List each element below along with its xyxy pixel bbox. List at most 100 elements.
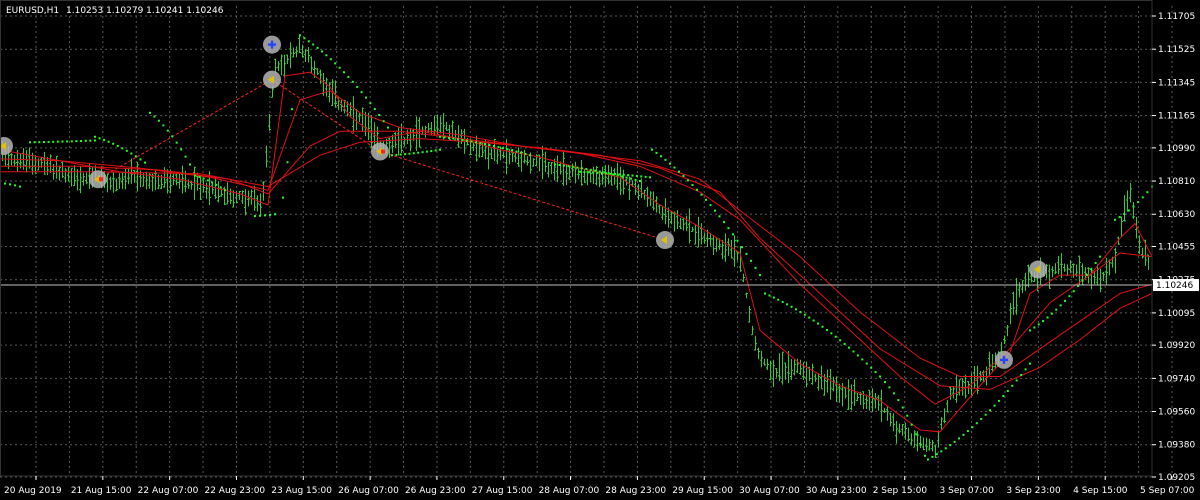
psar-dot bbox=[640, 175, 643, 178]
psar-dot bbox=[786, 303, 789, 306]
psar-dot bbox=[696, 188, 698, 191]
time-tick-label: 29 Aug 15:00 bbox=[672, 486, 733, 496]
psar-dot bbox=[609, 172, 612, 175]
psar-dot bbox=[19, 185, 21, 188]
psar-dot bbox=[558, 163, 561, 166]
psar-dot bbox=[347, 75, 350, 78]
psar-dot bbox=[993, 404, 996, 407]
psar-dot bbox=[1046, 316, 1049, 319]
psar-dot bbox=[616, 174, 619, 177]
psar-dot bbox=[585, 168, 588, 171]
price-tick-label: 1.09205 bbox=[1158, 473, 1195, 483]
signal-marker bbox=[1029, 260, 1047, 279]
psar-dot bbox=[1011, 384, 1014, 387]
psar-dot bbox=[417, 151, 420, 154]
psar-dot bbox=[103, 138, 106, 141]
psar-dot bbox=[1024, 368, 1027, 371]
price-tick-label: 1.10810 bbox=[1158, 177, 1195, 187]
psar-dot bbox=[852, 350, 855, 353]
psar-dot bbox=[466, 139, 468, 142]
psar-dot bbox=[1033, 326, 1036, 329]
psar-dot bbox=[29, 141, 31, 144]
psar-dot bbox=[121, 147, 124, 150]
psar-dot bbox=[1002, 395, 1005, 398]
psar-dot bbox=[1015, 379, 1018, 382]
psar-dot bbox=[215, 183, 218, 186]
psar-dot bbox=[975, 422, 978, 425]
psar-dot bbox=[808, 316, 811, 319]
price-tick-label: 1.09380 bbox=[1158, 441, 1195, 451]
psar-dot bbox=[997, 399, 1000, 402]
psar-dot bbox=[144, 161, 146, 164]
close-icon bbox=[99, 177, 103, 182]
psar-dot bbox=[644, 175, 647, 178]
psar-dot bbox=[594, 169, 597, 172]
psar-dot bbox=[980, 418, 983, 421]
psar-dot bbox=[479, 142, 482, 145]
psar-dot bbox=[589, 168, 592, 171]
psar-dot bbox=[291, 108, 293, 111]
psar-dot bbox=[669, 162, 671, 165]
psar-dot bbox=[112, 142, 115, 145]
psar-dot bbox=[171, 135, 174, 138]
psar-dot bbox=[1072, 290, 1075, 293]
psar-dot bbox=[157, 119, 160, 122]
psar-dot bbox=[919, 443, 922, 446]
price-tick-label: 1.11345 bbox=[1158, 78, 1195, 88]
psar-dot bbox=[848, 346, 851, 349]
psar-dot bbox=[202, 177, 205, 180]
psar-dot bbox=[870, 366, 873, 369]
psar-dot bbox=[395, 153, 398, 156]
price-tick-label: 1.09560 bbox=[1158, 408, 1195, 418]
psar-dot bbox=[1029, 362, 1031, 365]
time-tick-label: 28 Aug 23:00 bbox=[605, 486, 666, 496]
psar-dot bbox=[583, 171, 586, 174]
signal-marker bbox=[995, 350, 1013, 369]
psar-dot bbox=[741, 246, 743, 249]
price-tick-label: 1.10990 bbox=[1158, 144, 1195, 154]
psar-dot bbox=[180, 148, 183, 151]
psar-dot bbox=[56, 140, 59, 143]
psar-dot bbox=[506, 148, 509, 151]
psar-dot bbox=[821, 325, 824, 328]
psar-dot bbox=[861, 358, 864, 361]
chart-background bbox=[0, 0, 1200, 500]
psar-dot bbox=[897, 399, 900, 402]
psar-dot bbox=[98, 137, 101, 140]
psar-dot bbox=[1090, 268, 1093, 271]
psar-dot bbox=[966, 430, 969, 433]
psar-dot bbox=[984, 413, 987, 416]
psar-dot bbox=[843, 342, 846, 345]
psar-dot bbox=[94, 139, 96, 142]
price-chart[interactable]: 1.11705 1.11525 1.11345 1.11165 1.10990 1.108… bbox=[0, 0, 1200, 500]
price-tick-label: 1.10455 bbox=[1158, 243, 1195, 253]
psar-dot bbox=[312, 43, 315, 46]
psar-dot bbox=[475, 141, 477, 144]
psar-dot bbox=[84, 139, 87, 142]
psar-dot bbox=[630, 177, 633, 180]
psar-dot bbox=[430, 150, 433, 153]
psar-dot bbox=[571, 165, 574, 168]
psar-dot bbox=[635, 174, 638, 177]
psar-dot bbox=[224, 189, 226, 192]
chart-window[interactable]: 1.11705 1.11525 1.11345 1.11165 1.10990 1.108… bbox=[0, 0, 1200, 500]
psar-dot bbox=[906, 414, 909, 417]
psar-dot bbox=[634, 178, 637, 181]
psar-dot bbox=[660, 155, 662, 158]
psar-dot bbox=[1114, 218, 1116, 221]
psar-dot bbox=[351, 80, 354, 83]
psar-dot bbox=[989, 409, 992, 412]
psar-dot bbox=[962, 433, 965, 436]
psar-dot bbox=[461, 139, 464, 142]
psar-dot bbox=[603, 171, 606, 174]
psar-dot bbox=[649, 176, 651, 179]
psar-dot bbox=[75, 140, 78, 143]
psar-dot bbox=[286, 161, 289, 164]
psar-dot bbox=[745, 252, 748, 255]
psar-dot bbox=[723, 221, 725, 224]
psar-dot bbox=[655, 151, 658, 154]
psar-dot bbox=[515, 150, 518, 153]
psar-dot bbox=[369, 102, 372, 105]
psar-dot bbox=[1085, 273, 1088, 276]
psar-dot bbox=[47, 140, 50, 143]
